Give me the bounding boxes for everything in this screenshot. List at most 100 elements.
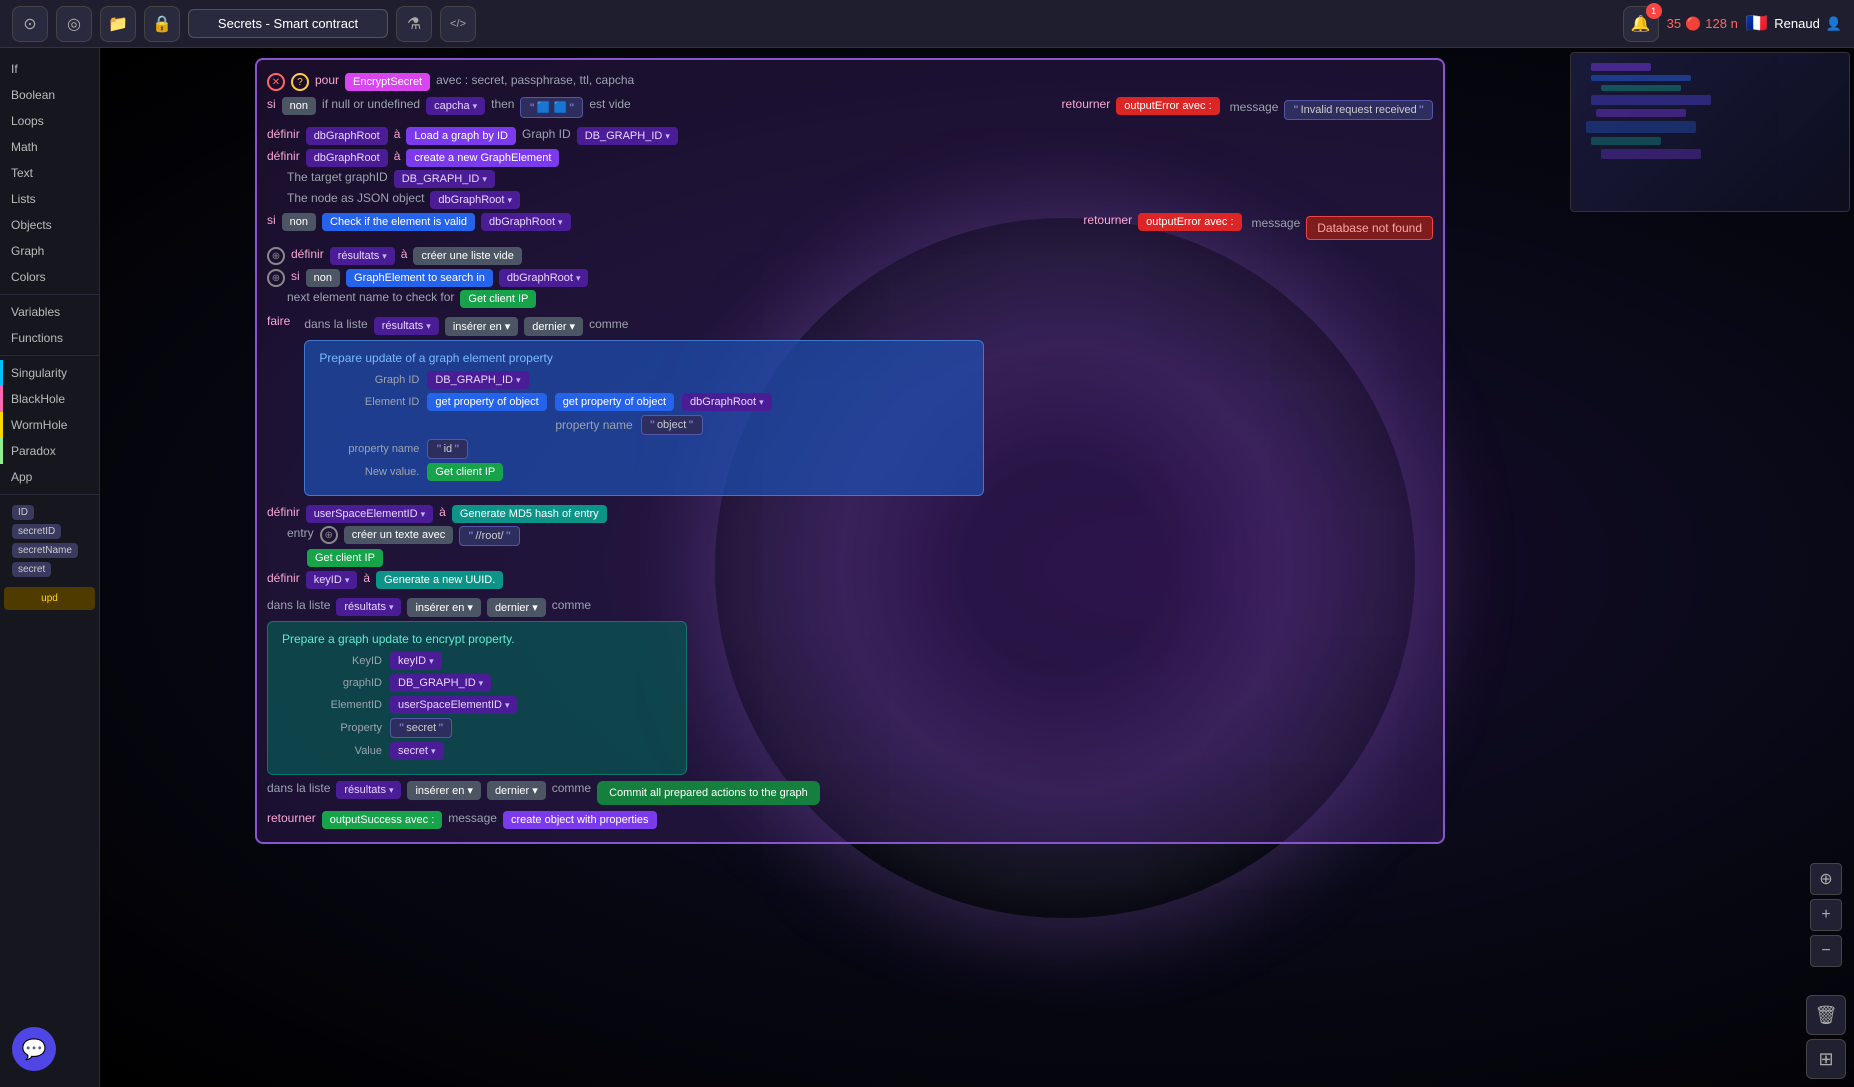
get-client-ip-chip-2[interactable]: Get client IP xyxy=(427,463,503,481)
db-graph-root-var-5[interactable]: dbGraphRoot ▾ xyxy=(499,269,589,287)
sidebar-item-singularity[interactable]: Singularity xyxy=(0,360,99,386)
generate-md5-chip[interactable]: Generate MD5 hash of entry xyxy=(452,505,607,523)
project-title[interactable]: Secrets - Smart contract xyxy=(188,9,388,38)
row-get-client-ip-3: Get client IP xyxy=(267,549,1433,567)
sidebar-item-objects[interactable]: Objects xyxy=(0,212,99,238)
get-prop-obj-chip-1[interactable]: get property of object xyxy=(427,393,546,411)
zoom-in-btn[interactable]: + xyxy=(1810,899,1842,931)
var-chip-secretid[interactable]: secretID xyxy=(12,524,61,539)
inserer-chip-3[interactable]: insérer en ▾ xyxy=(407,781,480,800)
var-chip-secret[interactable]: secret xyxy=(12,562,51,577)
circle-si-btn[interactable]: ⊕ xyxy=(267,269,285,287)
output-error-chip[interactable]: outputError avec : xyxy=(1116,97,1219,115)
results-var-list-2[interactable]: résultats ▾ xyxy=(336,598,401,616)
flask-button[interactable]: ⚗ xyxy=(396,6,432,42)
inserer-chip-2[interactable]: insérer en ▾ xyxy=(407,598,480,617)
results-var-list-1[interactable]: résultats ▾ xyxy=(374,317,439,335)
id-quote-chip[interactable]: " id " xyxy=(427,439,468,459)
sidebar-item-math[interactable]: Math xyxy=(0,134,99,160)
creer-texte-chip[interactable]: créer un texte avec xyxy=(344,526,454,544)
non-chip-2[interactable]: non xyxy=(282,213,316,231)
row-load-graph: définir dbGraphRoot à Load a graph by ID… xyxy=(267,127,1433,145)
secret-prop-chip[interactable]: " secret " xyxy=(390,718,452,738)
sidebar-item-variables[interactable]: Variables xyxy=(0,299,99,325)
secret-val-var[interactable]: secret ▾ xyxy=(390,742,444,760)
non-chip-1[interactable]: non xyxy=(282,97,316,115)
var-chip-id[interactable]: ID xyxy=(12,505,34,520)
db-graph-id-enc-var[interactable]: DB_GRAPH_ID ▾ xyxy=(390,674,491,692)
db-graph-id-var-1[interactable]: DB_GRAPH_ID ▾ xyxy=(577,127,678,145)
get-prop-obj-chip-2[interactable]: get property of object xyxy=(555,393,674,411)
non-chip-3[interactable]: non xyxy=(306,269,340,287)
sidebar-item-blackhole[interactable]: BlackHole xyxy=(0,386,99,412)
a-keyword-2: à xyxy=(394,149,401,163)
user-profile[interactable]: 🇫🇷 Renaud 👤 xyxy=(1746,13,1842,34)
sidebar-item-colors[interactable]: Colors xyxy=(0,264,99,290)
trash-btn[interactable]: 🗑 xyxy=(1806,995,1846,1035)
function-name-chip[interactable]: EncryptSecret xyxy=(345,73,430,91)
user-space-var[interactable]: userSpaceElementID ▾ xyxy=(306,505,433,523)
get-client-ip-chip-1[interactable]: Get client IP xyxy=(460,290,536,308)
db-graph-root-var-3[interactable]: dbGraphRoot ▾ xyxy=(430,191,520,209)
sidebar-item-lists[interactable]: Lists xyxy=(0,186,99,212)
db-graph-id-var-2[interactable]: DB_GRAPH_ID ▾ xyxy=(394,170,495,188)
db-graph-root-var-4[interactable]: dbGraphRoot ▾ xyxy=(481,213,571,231)
key-id-val-var[interactable]: keyID ▾ xyxy=(390,652,442,670)
home-button[interactable]: ⊙ xyxy=(12,6,48,42)
circle-entry-btn[interactable]: ⊕ xyxy=(320,526,338,544)
output-success-chip[interactable]: outputSuccess avec : xyxy=(322,811,443,829)
sidebar-item-wormhole[interactable]: WormHole xyxy=(0,412,99,438)
db-graph-root-prop-var[interactable]: dbGraphRoot ▾ xyxy=(682,393,772,411)
sidebar-item-if[interactable]: If xyxy=(0,56,99,82)
dernier-chip-3[interactable]: dernier ▾ xyxy=(487,781,546,800)
notification-button[interactable]: 🔔 1 xyxy=(1623,6,1659,42)
commit-chip[interactable]: Commit all prepared actions to the graph xyxy=(597,781,820,805)
results-var-list-3[interactable]: résultats ▾ xyxy=(336,781,401,799)
generate-uuid-chip[interactable]: Generate a new UUID. xyxy=(376,571,503,589)
grid-btn[interactable]: ⊞ xyxy=(1806,1039,1846,1079)
capcha-var[interactable]: capcha ▾ xyxy=(426,97,485,115)
db-graph-id-prop-var[interactable]: DB_GRAPH_ID ▾ xyxy=(427,371,528,389)
graph-element-search-chip[interactable]: GraphElement to search in xyxy=(346,269,493,287)
object-quote-chip[interactable]: " object " xyxy=(641,415,703,435)
db-graph-root-var-1[interactable]: dbGraphRoot xyxy=(306,127,388,145)
inserer-chip-1[interactable]: insérer en ▾ xyxy=(445,317,518,336)
circle-btn-results[interactable]: ⊕ xyxy=(267,247,285,265)
create-empty-list-chip[interactable]: créer une liste vide xyxy=(413,247,521,265)
sidebar-item-loops[interactable]: Loops xyxy=(0,108,99,134)
target-control-btn[interactable]: ⊕ xyxy=(1810,863,1842,895)
element-id-prop-label: Element ID xyxy=(319,396,419,408)
sidebar-item-text[interactable]: Text xyxy=(0,160,99,186)
load-graph-chip[interactable]: Load a graph by ID xyxy=(406,127,516,145)
sidebar-item-app[interactable]: App xyxy=(0,464,99,490)
invalid-request-chip[interactable]: " Invalid request received " xyxy=(1284,100,1433,120)
sidebar-item-functions[interactable]: Functions xyxy=(0,325,99,351)
create-obj-props-chip[interactable]: create object with properties xyxy=(503,811,657,829)
output-error-chip-2[interactable]: outputError avec : xyxy=(1138,213,1241,231)
sidebar-item-boolean[interactable]: Boolean xyxy=(0,82,99,108)
get-client-ip-chip-3[interactable]: Get client IP xyxy=(307,549,383,567)
help-btn[interactable]: ? xyxy=(291,73,309,91)
folder-button[interactable]: 📁 xyxy=(100,6,136,42)
lock-button[interactable]: 🔒 xyxy=(144,6,180,42)
dernier-chip-1[interactable]: dernier ▾ xyxy=(524,317,583,336)
close-btn[interactable]: ✕ xyxy=(267,73,285,91)
sidebar-item-graph[interactable]: Graph xyxy=(0,238,99,264)
prepare-encrypt-title: Prepare a graph update to encrypt proper… xyxy=(282,632,672,646)
key-id-var[interactable]: keyID ▾ xyxy=(306,571,358,589)
zoom-out-btn[interactable]: − xyxy=(1810,935,1842,967)
create-element-chip[interactable]: create a new GraphElement xyxy=(406,149,559,167)
code-button[interactable]: </> xyxy=(440,6,476,42)
globe-button[interactable]: ◎ xyxy=(56,6,92,42)
check-valid-chip[interactable]: Check if the element is valid xyxy=(322,213,475,231)
root-path-chip[interactable]: " //root/ " xyxy=(459,526,520,546)
results-var-1[interactable]: résultats ▾ xyxy=(330,247,395,265)
sidebar-item-paradox[interactable]: Paradox xyxy=(0,438,99,464)
graph-id-label: Graph ID xyxy=(522,127,571,141)
chat-button[interactable]: 💬 xyxy=(12,1027,56,1071)
user-space-enc-var[interactable]: userSpaceElementID ▾ xyxy=(390,696,517,714)
var-chip-secretname[interactable]: secretName xyxy=(12,543,78,558)
dernier-chip-2[interactable]: dernier ▾ xyxy=(487,598,546,617)
db-graph-root-var-2[interactable]: dbGraphRoot xyxy=(306,149,388,167)
then-value[interactable]: " 🟦 🟦 " xyxy=(520,97,583,118)
